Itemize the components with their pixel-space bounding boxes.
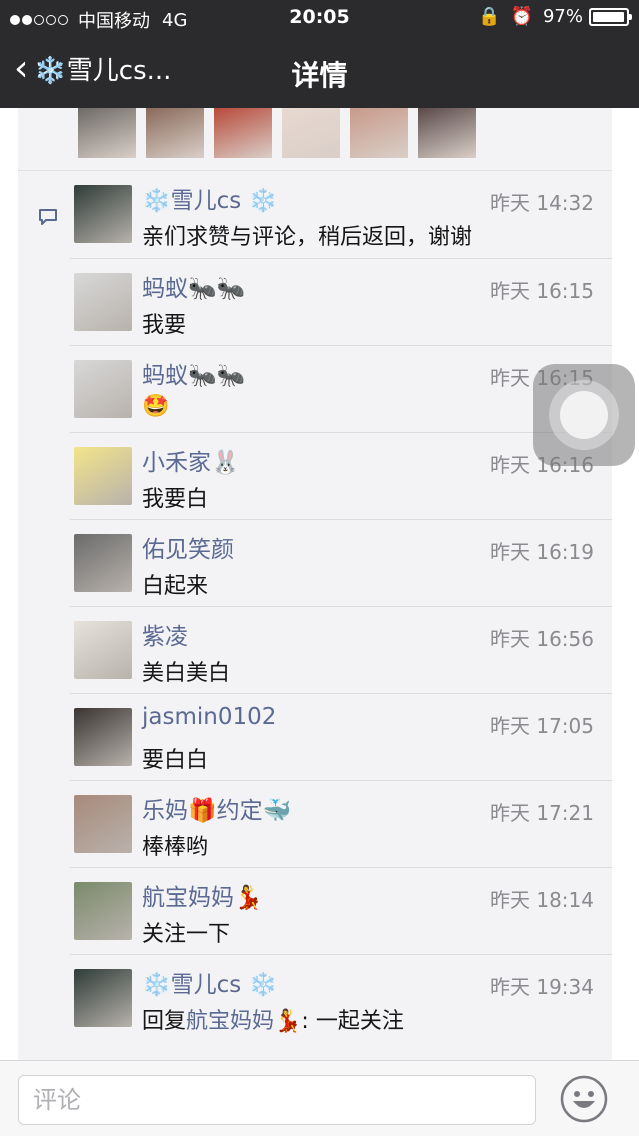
top-bar: 中国移动 4G 20:05 🔒 ⏰ 97% ‹ ❄️雪儿cs... 详情 [0, 0, 639, 108]
comment-time: 昨天 16:15 [490, 279, 594, 303]
comment-row[interactable]: 小禾家🐰 昨天 16:16 我要白 [70, 432, 612, 519]
commenter-name[interactable]: ❄️雪儿cs ❄️ [142, 965, 277, 999]
comment-row[interactable]: 紫凌 昨天 16:56 美白美白 [70, 606, 612, 693]
comment-text: 棒棒哟 [142, 835, 209, 860]
comment-text: 回复航宝妈妈💃: 一起关注 [142, 1003, 404, 1035]
comment-time: 昨天 19:34 [490, 975, 594, 999]
commenter-name[interactable]: jasmin0102 [142, 704, 276, 730]
alarm-icon: ⏰ [510, 6, 533, 27]
commenter-name[interactable]: 紫凌 [142, 617, 188, 651]
commenter-name[interactable]: 乐妈🎁约定🐳 [142, 791, 291, 825]
avatar[interactable] [74, 621, 132, 679]
commenter-name[interactable]: 蚂蚁🐜🐜 [142, 269, 245, 303]
comment-list: ❄️雪儿cs ❄️ 昨天 14:32 亲们求赞与评论，稍后返回，谢谢 蚂蚁🐜🐜 昨天 1… [18, 170, 612, 1060]
page-title: 详情 [291, 59, 348, 92]
avatar[interactable] [74, 882, 132, 940]
comment-text: 🤩 [142, 394, 170, 419]
commenter-name[interactable]: 小禾家🐰 [142, 443, 240, 477]
comment-time: 昨天 14:32 [490, 191, 594, 215]
avatar[interactable] [74, 969, 132, 1027]
reply-to-name[interactable]: 航宝妈妈💃 [186, 1009, 301, 1034]
comment-time: 昨天 17:21 [490, 801, 594, 825]
avatar[interactable] [74, 795, 132, 853]
comment-row[interactable]: jasmin0102 昨天 17:05 要白白 [70, 693, 612, 780]
commenter-name[interactable]: ❄️雪儿cs ❄️ [142, 181, 277, 215]
comment-input[interactable] [18, 1075, 536, 1125]
avatar[interactable] [74, 185, 132, 243]
avatar[interactable] [74, 360, 132, 418]
like-avatar[interactable] [78, 108, 136, 158]
commenter-name[interactable]: 航宝妈妈💃 [142, 878, 263, 912]
like-avatar[interactable] [214, 108, 272, 158]
assistive-touch-button[interactable] [533, 364, 635, 466]
commenter-name[interactable]: 蚂蚁🐜🐜 [142, 356, 245, 390]
like-avatar[interactable] [350, 108, 408, 158]
battery-icon [589, 7, 632, 26]
comment-time: 昨天 17:05 [490, 714, 594, 738]
comment-text: 我要白 [142, 487, 209, 512]
comment-row[interactable]: ❄️雪儿cs ❄️ 昨天 14:32 亲们求赞与评论，稍后返回，谢谢 [70, 171, 612, 258]
comment-row[interactable]: 蚂蚁🐜🐜昨天 16:15🤩 [70, 345, 612, 432]
nav-bar: ‹ ❄️雪儿cs... 详情 [0, 40, 639, 108]
comment-text: 白起来 [142, 574, 209, 599]
comment-row[interactable]: ❄️雪儿cs ❄️ 昨天 19:34 回复航宝妈妈💃: 一起关注 [70, 954, 612, 1041]
comment-row[interactable]: 乐妈🎁约定🐳 昨天 17:21 棒棒哟 [70, 780, 612, 867]
like-avatar[interactable] [418, 108, 476, 158]
comment-time: 昨天 18:14 [490, 888, 594, 912]
avatar[interactable] [74, 708, 132, 766]
comment-icon [38, 207, 58, 231]
smiley-icon [560, 1075, 608, 1123]
comment-row[interactable]: 佑见笑颜 昨天 16:19 白起来 [70, 519, 612, 606]
commenter-name[interactable]: 佑见笑颜 [142, 530, 234, 564]
comment-bar [0, 1060, 639, 1136]
avatar[interactable] [74, 273, 132, 331]
status-bar: 中国移动 4G 20:05 🔒 ⏰ 97% [0, 0, 639, 36]
comment-text: 要白白 [142, 748, 209, 773]
emoji-button[interactable] [560, 1075, 608, 1123]
comment-text: 我要 [142, 313, 187, 338]
comment-text: 美白美白 [142, 661, 231, 686]
comment-row[interactable]: 蚂蚁🐜🐜 昨天 16:15 我要 [70, 258, 612, 345]
reply-prefix: 回复 [142, 1009, 187, 1034]
assistive-core [560, 391, 608, 439]
avatar[interactable] [74, 534, 132, 592]
like-avatar[interactable] [146, 108, 204, 158]
likes-strip [18, 108, 612, 170]
comment-row[interactable]: 航宝妈妈💃 昨天 18:14 关注一下 [70, 867, 612, 954]
comment-time: 昨天 16:56 [490, 627, 594, 651]
battery-percent: 97% [542, 6, 583, 27]
comment-text: 亲们求赞与评论，稍后返回，谢谢 [142, 225, 473, 250]
reply-text: : 一起关注 [301, 1009, 404, 1034]
comment-time: 昨天 16:19 [490, 540, 594, 564]
avatar[interactable] [74, 447, 132, 505]
comment-text: 关注一下 [142, 922, 231, 947]
like-avatar[interactable] [282, 108, 340, 158]
rotation-lock-icon: 🔒 [478, 6, 501, 27]
battery-fill [593, 11, 625, 22]
post-detail: ❄️雪儿cs ❄️ 昨天 14:32 亲们求赞与评论，稍后返回，谢谢 蚂蚁🐜🐜 昨天 1… [0, 108, 639, 1060]
